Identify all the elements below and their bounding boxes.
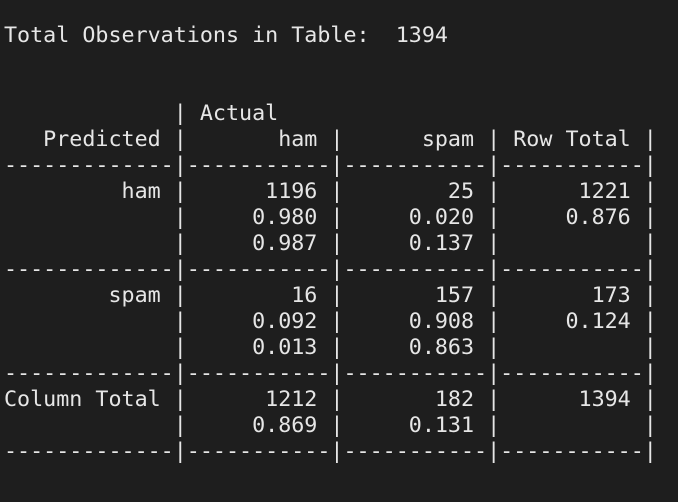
console-output: Total Observations in Table: 1394 | Actu… (4, 0, 674, 502)
table-row-spam-row-prop: | 0.092 | 0.908 | 0.124 | (4, 309, 670, 334)
table-row-ham-count: ham | 1196 | 25 | 1221 | (4, 179, 670, 204)
table-row-spam-col-prop: | 0.013 | 0.863 | | (4, 335, 670, 360)
table-separator: -------------|-----------|-----------|--… (4, 257, 657, 282)
table-row-ham-col-prop: | 0.987 | 0.137 | | (4, 231, 670, 256)
table-row-column-total: Column Total | 1212 | 182 | 1394 | (4, 387, 670, 412)
total-observations-line: Total Observations in Table: 1394 (4, 23, 448, 48)
table-separator: -------------|-----------|-----------|--… (4, 361, 657, 386)
table-row-ham-row-prop: | 0.980 | 0.020 | 0.876 | (4, 205, 670, 230)
table-separator: -------------|-----------|-----------|--… (4, 439, 657, 464)
table-header-actual: | Actual (4, 101, 292, 126)
table-separator: -------------|-----------|-----------|--… (4, 153, 657, 178)
table-header-columns: Predicted | ham | spam | Row Total | (4, 127, 670, 152)
table-row-spam-count: spam | 16 | 157 | 173 | (4, 283, 670, 308)
table-row-column-total-prop: | 0.869 | 0.131 | | (4, 413, 670, 438)
